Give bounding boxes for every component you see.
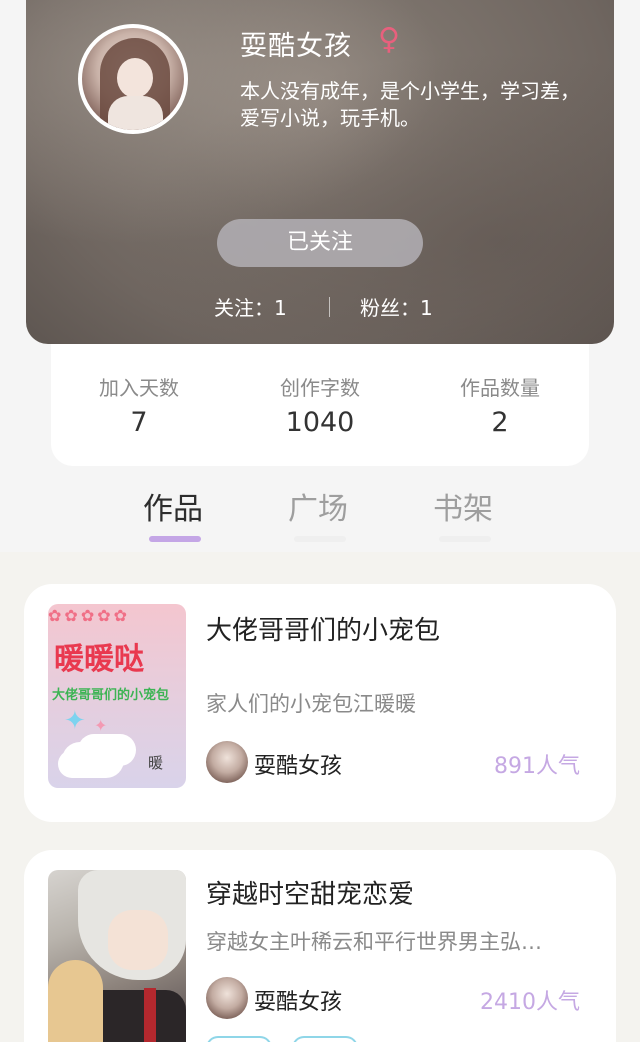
stat-label: 加入天数 xyxy=(99,376,179,400)
cover-character-tie xyxy=(144,988,156,1042)
follow-stats: 关注：1 粉丝：1 xyxy=(26,292,614,322)
cover-subtitle: 大佬哥哥们的小宠包 xyxy=(52,688,170,703)
book-tag[interactable] xyxy=(206,1036,272,1042)
female-symbol-icon: ♀ xyxy=(378,22,400,57)
author-avatar[interactable] xyxy=(206,741,248,783)
profile-username: 耍酷女孩 xyxy=(240,31,352,62)
stats-divider xyxy=(329,297,330,317)
profile-section: 耍酷女孩 ♀ 本人没有成年，是个小学生，学习差，爱写小说，玩手机。 已关注 关注… xyxy=(0,0,640,552)
follow-button[interactable]: 已关注 xyxy=(217,219,423,267)
cover-signature: 暖 xyxy=(148,754,164,772)
stat-word-count: 创作字数 1040 xyxy=(250,372,390,438)
author-name[interactable]: 耍酷女孩 xyxy=(254,984,342,1016)
stats-card: 加入天数 7 创作字数 1040 作品数量 2 xyxy=(51,344,589,466)
author-avatar[interactable] xyxy=(206,977,248,1019)
stat-label: 创作字数 xyxy=(280,376,360,400)
fans-count[interactable]: 粉丝：1 xyxy=(360,292,433,321)
following-count[interactable]: 关注：1 xyxy=(214,292,287,321)
profile-bio: 本人没有成年，是个小学生，学习差，爱写小说，玩手机。 xyxy=(240,79,580,130)
popularity-count: 891人气 xyxy=(494,754,580,779)
book-tag[interactable] xyxy=(292,1036,358,1042)
tab-indicator xyxy=(294,536,346,542)
tab-square[interactable]: 广场 xyxy=(288,484,348,528)
profile-avatar[interactable] xyxy=(78,24,188,134)
tab-works[interactable]: 作品 xyxy=(143,484,203,528)
content-tabs: 作品 广场 书架 xyxy=(0,484,640,544)
tab-bookshelf[interactable]: 书架 xyxy=(433,484,493,528)
stat-value: 2 xyxy=(491,407,509,438)
star-icon: ✦ xyxy=(94,716,108,735)
avatar-face xyxy=(117,58,153,98)
profile-header: 耍酷女孩 ♀ 本人没有成年，是个小学生，学习差，爱写小说，玩手机。 已关注 关注… xyxy=(26,0,614,344)
stat-works-count: 作品数量 2 xyxy=(430,372,570,438)
book-description: 家人们的小宠包江暖暖 xyxy=(206,692,416,716)
stat-label: 作品数量 xyxy=(460,376,540,400)
tab-active-indicator xyxy=(149,536,201,542)
book-cover[interactable]: ✿✿✿✿✿ 暖暖哒 大佬哥哥们的小宠包 ✦ ✦ 暖 xyxy=(48,604,186,788)
book-cover[interactable] xyxy=(48,870,186,1042)
stat-join-days: 加入天数 7 xyxy=(69,372,209,438)
book-card[interactable]: ✿✿✿✿✿ 暖暖哒 大佬哥哥们的小宠包 ✦ ✦ 暖 大佬哥哥们的小宠包 家人们的… xyxy=(24,584,616,822)
author-name[interactable]: 耍酷女孩 xyxy=(254,748,342,780)
book-title[interactable]: 大佬哥哥们的小宠包 xyxy=(206,610,440,647)
star-icon: ✦ xyxy=(64,706,86,736)
popularity-count: 2410人气 xyxy=(480,990,580,1015)
stat-value: 7 xyxy=(130,407,148,438)
cover-character-face xyxy=(108,910,168,970)
avatar-body xyxy=(108,96,163,130)
tab-indicator xyxy=(439,536,491,542)
book-title[interactable]: 穿越时空甜宠恋爱 xyxy=(206,874,414,911)
book-card[interactable]: 穿越时空甜宠恋爱 穿越女主叶稀云和平行世界男主弘… 耍酷女孩 2410人气 xyxy=(24,850,616,1042)
cloud-illustration xyxy=(62,742,124,778)
cover-second-character xyxy=(48,960,103,1042)
cover-flowers-decoration: ✿✿✿✿✿ xyxy=(48,606,131,625)
book-description: 穿越女主叶稀云和平行世界男主弘… xyxy=(206,930,542,954)
stat-value: 1040 xyxy=(285,407,355,438)
cover-title: 暖暖哒 xyxy=(54,642,144,677)
